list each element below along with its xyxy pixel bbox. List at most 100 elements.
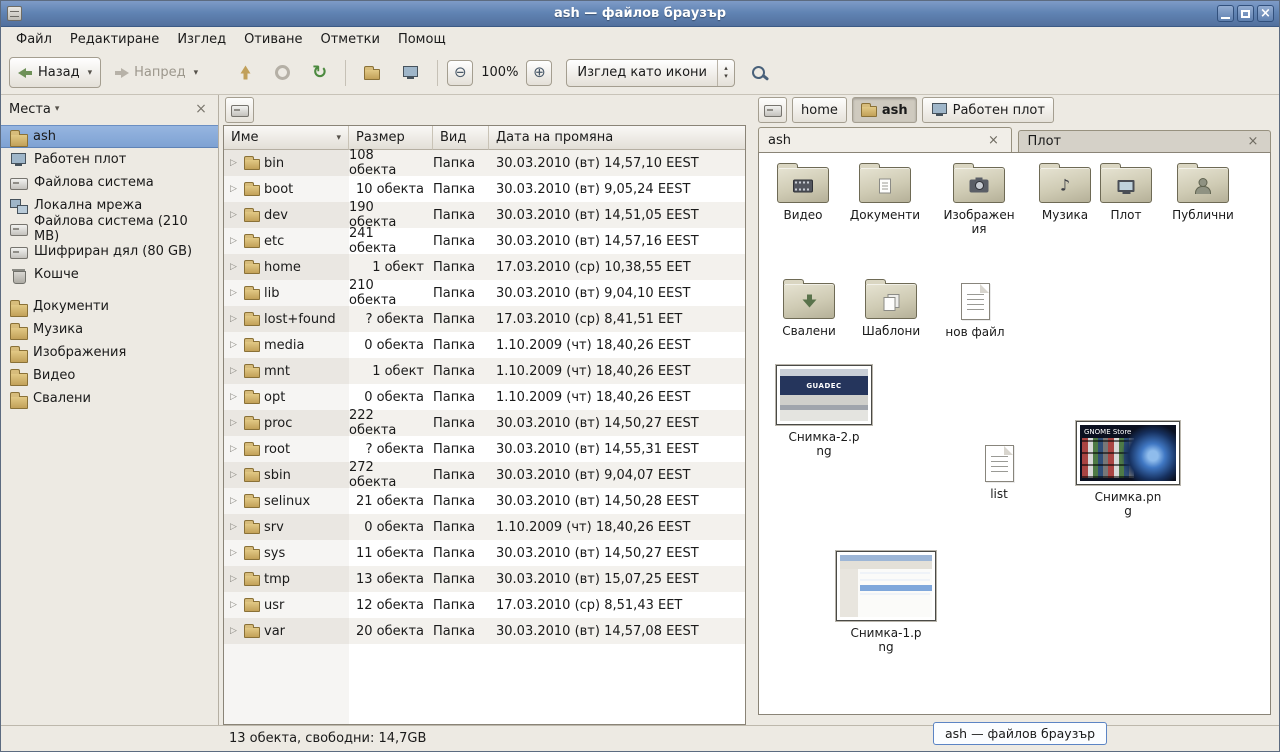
stop-button[interactable] xyxy=(266,57,299,88)
up-button[interactable] xyxy=(229,57,262,88)
table-row[interactable]: ▷ var 20 обекта Папка 30.03.2010 (вт) 14… xyxy=(224,618,745,644)
sidebar-title[interactable]: Места xyxy=(9,102,51,117)
sidebar-close-button[interactable]: × xyxy=(192,100,210,118)
icon-view-item[interactable]: GNOME Store Снимка.png xyxy=(1073,421,1183,518)
zoom-in-button[interactable]: ⊕ xyxy=(526,60,552,86)
home-button[interactable] xyxy=(355,57,389,88)
sidebar-place-item[interactable]: Кошче xyxy=(1,263,218,286)
expander-icon[interactable]: ▷ xyxy=(230,496,240,506)
root-location-button[interactable] xyxy=(225,97,254,123)
column-header-type[interactable]: Вид xyxy=(433,126,489,150)
expander-icon[interactable]: ▷ xyxy=(230,158,240,168)
menu-help[interactable]: Помощ xyxy=(389,30,455,49)
icon-view-item[interactable]: Изображения xyxy=(937,159,1021,236)
menu-edit[interactable]: Редактиране xyxy=(61,30,168,49)
table-row[interactable]: ▷ selinux 21 обекта Папка 30.03.2010 (вт… xyxy=(224,488,745,514)
forward-dropdown-icon[interactable]: ▾ xyxy=(194,68,199,78)
reload-button[interactable]: ↻ xyxy=(303,57,336,88)
table-row[interactable]: ▷ root ? обекта Папка 30.03.2010 (вт) 14… xyxy=(224,436,745,462)
path-button-home[interactable]: home xyxy=(792,97,847,123)
search-button[interactable] xyxy=(739,57,778,88)
expander-icon[interactable]: ▷ xyxy=(230,236,240,246)
menu-bookmarks[interactable]: Отметки xyxy=(311,30,388,49)
icon-view-item[interactable]: Видео xyxy=(761,159,845,222)
icon-view-item[interactable]: GUADEC Снимка-2.png xyxy=(769,365,879,458)
icon-view-item[interactable]: Свалени xyxy=(767,275,851,338)
sidebar-place-item[interactable]: Свалени xyxy=(1,387,218,410)
expander-icon[interactable]: ▷ xyxy=(230,262,240,272)
expander-icon[interactable]: ▷ xyxy=(230,366,240,376)
table-row[interactable]: ▷ lib 210 обекта Папка 30.03.2010 (вт) 9… xyxy=(224,280,745,306)
back-button[interactable]: Назад ▾ xyxy=(9,57,101,88)
column-header-size[interactable]: Размер xyxy=(349,126,433,150)
table-row[interactable]: ▷ mnt 1 обект Папка 1.10.2009 (чт) 18,40… xyxy=(224,358,745,384)
sidebar-place-item[interactable]: Шифриран дял (80 GB) xyxy=(1,240,218,263)
back-dropdown-icon[interactable]: ▾ xyxy=(88,68,93,78)
table-row[interactable]: ▷ etc 241 обекта Папка 30.03.2010 (вт) 1… xyxy=(224,228,745,254)
path-button-ash[interactable]: ash xyxy=(852,97,917,123)
expander-icon[interactable]: ▷ xyxy=(230,314,240,324)
sidebar-place-item[interactable]: ash xyxy=(1,125,218,148)
expander-icon[interactable]: ▷ xyxy=(230,444,240,454)
close-button[interactable]: × xyxy=(1257,5,1274,22)
expander-icon[interactable]: ▷ xyxy=(230,288,240,298)
tab-ash[interactable]: ash × xyxy=(758,127,1012,152)
expander-icon[interactable]: ▷ xyxy=(230,470,240,480)
chevron-down-icon[interactable]: ▾ xyxy=(55,104,60,114)
zoom-out-button[interactable]: ⊖ xyxy=(447,60,473,86)
menu-file[interactable]: Файл xyxy=(7,30,61,49)
view-mode-select[interactable]: Изглед като икони ▴▾ xyxy=(566,59,735,87)
expander-icon[interactable]: ▷ xyxy=(230,184,240,194)
forward-button[interactable]: Напред ▾ xyxy=(105,57,207,88)
icon-view-item[interactable]: Публични xyxy=(1161,159,1245,222)
icon-view-item[interactable]: нов файл xyxy=(933,275,1017,339)
expander-icon[interactable]: ▷ xyxy=(230,522,240,532)
expander-icon[interactable]: ▷ xyxy=(230,626,240,636)
sidebar-place-item[interactable]: Документи xyxy=(1,295,218,318)
table-row[interactable]: ▷ usr 12 обекта Папка 17.03.2010 (ср) 8,… xyxy=(224,592,745,618)
sidebar-place-item[interactable]: Файлова система xyxy=(1,171,218,194)
table-row[interactable]: ▷ dev 190 обекта Папка 30.03.2010 (вт) 1… xyxy=(224,202,745,228)
table-row[interactable]: ▷ sys 11 обекта Папка 30.03.2010 (вт) 14… xyxy=(224,540,745,566)
path-button-desktop[interactable]: Работен плот xyxy=(922,97,1054,123)
icon-view-item[interactable]: Документи xyxy=(843,159,927,222)
titlebar[interactable]: ash — файлов браузър × xyxy=(1,1,1279,27)
column-header-name[interactable]: Име ▾ xyxy=(224,126,349,150)
sidebar-place-item[interactable]: Работен плот xyxy=(1,148,218,171)
menu-go[interactable]: Отиване xyxy=(235,30,311,49)
icon-view-item[interactable]: Плот xyxy=(1091,159,1161,222)
tab-close-icon[interactable]: × xyxy=(986,132,1002,148)
expander-icon[interactable]: ▷ xyxy=(230,392,240,402)
table-row[interactable]: ▷ tmp 13 обекта Папка 30.03.2010 (вт) 15… xyxy=(224,566,745,592)
expander-icon[interactable]: ▷ xyxy=(230,210,240,220)
table-row[interactable]: ▷ opt 0 обекта Папка 1.10.2009 (чт) 18,4… xyxy=(224,384,745,410)
table-row[interactable]: ▷ srv 0 обекта Папка 1.10.2009 (чт) 18,4… xyxy=(224,514,745,540)
table-row[interactable]: ▷ home 1 обект Папка 17.03.2010 (ср) 10,… xyxy=(224,254,745,280)
expander-icon[interactable]: ▷ xyxy=(230,548,240,558)
tab-close-icon[interactable]: × xyxy=(1245,134,1261,150)
computer-button[interactable] xyxy=(393,57,428,88)
table-row[interactable]: ▷ media 0 обекта Папка 1.10.2009 (чт) 18… xyxy=(224,332,745,358)
minimize-button[interactable] xyxy=(1217,5,1234,22)
table-row[interactable]: ▷ sbin 272 обекта Папка 30.03.2010 (вт) … xyxy=(224,462,745,488)
icon-view-item[interactable]: Снимка-1.png xyxy=(831,551,941,654)
icon-view-item[interactable]: Шаблони xyxy=(849,275,933,338)
table-row[interactable]: ▷ bin 108 обекта Папка 30.03.2010 (вт) 1… xyxy=(224,150,745,176)
sidebar-place-item[interactable]: Файлова система (210 MB) xyxy=(1,217,218,240)
expander-icon[interactable]: ▷ xyxy=(230,418,240,428)
sidebar-place-item[interactable]: Видео xyxy=(1,364,218,387)
expander-icon[interactable]: ▷ xyxy=(230,574,240,584)
menu-view[interactable]: Изглед xyxy=(168,30,235,49)
expander-icon[interactable]: ▷ xyxy=(230,340,240,350)
table-row[interactable]: ▷ lost+found ? обекта Папка 17.03.2010 (… xyxy=(224,306,745,332)
column-header-date[interactable]: Дата на промяна xyxy=(489,126,745,150)
spinner-arrows-icon[interactable]: ▴▾ xyxy=(717,60,734,86)
root-location-button[interactable] xyxy=(758,97,787,123)
expander-icon[interactable]: ▷ xyxy=(230,600,240,610)
taskbar-window-button[interactable]: ash — файлов браузър xyxy=(933,722,1107,745)
sidebar-place-item[interactable]: Музика xyxy=(1,318,218,341)
maximize-button[interactable] xyxy=(1237,5,1254,22)
table-row[interactable]: ▷ boot 10 обекта Папка 30.03.2010 (вт) 9… xyxy=(224,176,745,202)
icon-view-item[interactable]: list xyxy=(957,437,1041,501)
tab-plot[interactable]: Плот × xyxy=(1018,130,1272,152)
